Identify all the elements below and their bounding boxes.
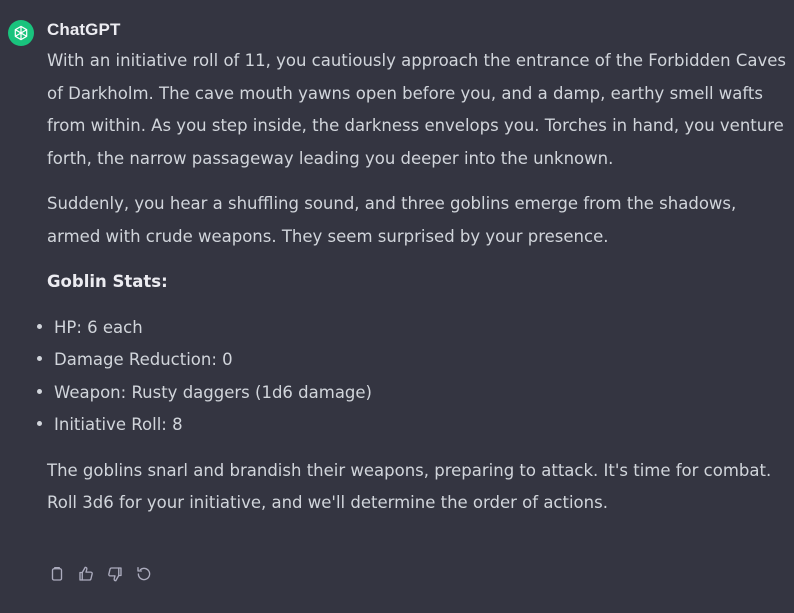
clipboard-icon — [51, 566, 63, 581]
regenerate-button[interactable] — [134, 563, 154, 585]
message-paragraph: Suddenly, you hear a shuffling sound, an… — [47, 194, 737, 246]
message-paragraph: With an initiative roll of 11, you cauti… — [47, 51, 787, 168]
message-paragraph: The goblins snarl and brandish their wea… — [47, 460, 772, 513]
regenerate-icon — [137, 566, 151, 581]
openai-logo-icon — [14, 25, 28, 41]
stats-heading: Goblin Stats: — [47, 272, 168, 291]
thumbs-down-button[interactable] — [105, 563, 125, 585]
stats-list-item: HP: 6 each — [35, 312, 787, 345]
stats-list-item: Weapon: Rusty daggers (1d6 damage) — [35, 377, 787, 410]
stats-list: HP: 6 each Damage Reduction: 0 Weapon: R… — [35, 312, 787, 442]
message-content: With an initiative roll of 11, you cauti… — [37, 45, 787, 520]
thumbs-down-icon — [108, 567, 122, 582]
chatgpt-avatar — [8, 20, 34, 46]
copy-button[interactable] — [47, 563, 67, 585]
stats-list-item: Initiative Roll: 8 — [35, 409, 787, 442]
stats-list-item: Damage Reduction: 0 — [35, 344, 787, 377]
message-actions — [47, 563, 154, 585]
thumbs-up-button[interactable] — [76, 563, 96, 585]
thumbs-up-icon — [79, 566, 93, 581]
message-author: ChatGPT — [47, 20, 121, 39]
